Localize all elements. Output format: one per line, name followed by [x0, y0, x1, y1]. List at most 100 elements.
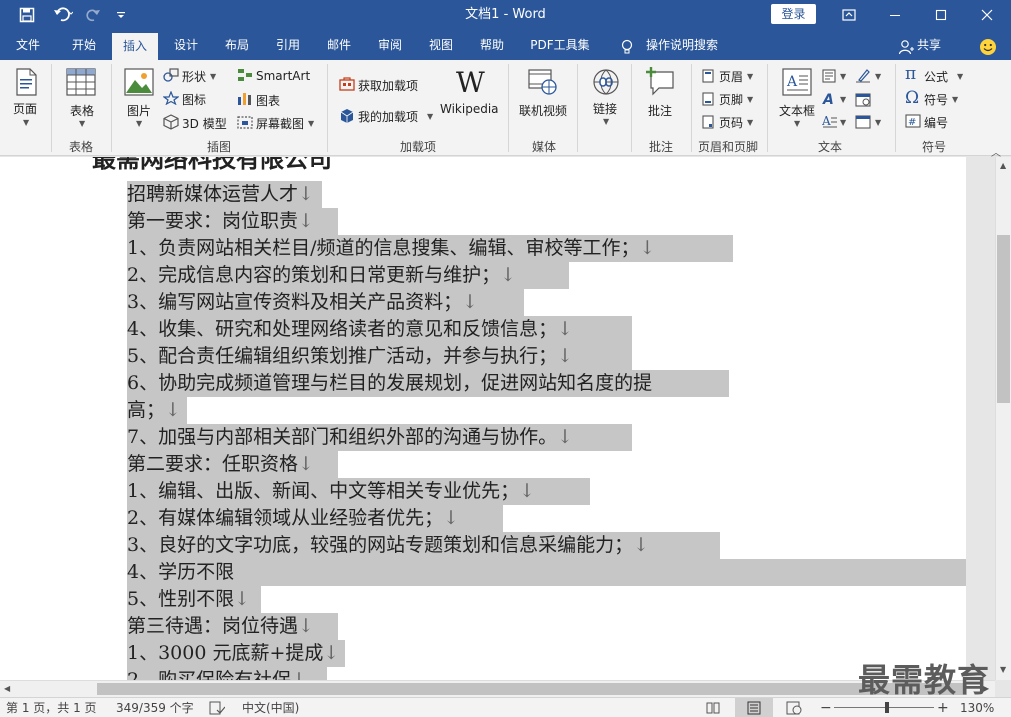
print-layout-icon[interactable] — [747, 701, 761, 715]
tab-file[interactable]: 文件 — [4, 30, 52, 60]
tab-help[interactable]: 帮助 — [468, 30, 516, 60]
document-line[interactable]: 5、配合责任编辑组织策划推广活动，并参与执行；↓ — [127, 343, 632, 370]
header-icon — [702, 69, 714, 83]
tab-review[interactable]: 审阅 — [366, 30, 414, 60]
cube-icon — [163, 114, 179, 130]
document-line[interactable]: 第三待遇：岗位待遇↓ — [127, 613, 338, 640]
document-line[interactable]: 第一要求：岗位职责↓ — [127, 208, 338, 235]
omega-icon: Ω — [905, 88, 920, 108]
document-line[interactable]: 2、购买保险有社保↓ — [127, 667, 327, 680]
word-window: 文档1 - Word 登录 文件 开始 插入 设计 布局 引用 邮件 审阅 视图… — [0, 0, 1011, 717]
document-line[interactable]: 6、协助完成频道管理与栏目的发展规划，促进网站知名度的提 — [127, 370, 729, 397]
links-label: 链接 — [593, 102, 618, 116]
tab-home[interactable]: 开始 — [60, 30, 108, 60]
paragraph-mark: ↓ — [519, 480, 536, 502]
tab-insert[interactable]: 插入 — [112, 33, 158, 60]
scroll-up-icon[interactable]: ▲ — [1000, 161, 1006, 170]
group-label-media: 媒体 — [531, 140, 556, 154]
date-time-icon[interactable] — [855, 91, 871, 107]
customize-qat-icon[interactable] — [108, 0, 134, 30]
minimize-icon[interactable] — [872, 0, 918, 30]
paragraph-mark: ↓ — [462, 291, 479, 313]
icons-label: 图标 — [182, 93, 207, 107]
paragraph-mark: ↓ — [298, 453, 314, 475]
document-line-text: 2、购买保险有社保 — [127, 669, 292, 680]
language-indicator[interactable]: 中文(中国) — [242, 698, 299, 717]
divider — [767, 64, 768, 152]
document-line[interactable]: 1、3000 元底薪+提成↓ — [127, 640, 345, 667]
paragraph-mark: ↓ — [234, 588, 251, 610]
document-line[interactable]: 5、性别不限↓ — [127, 586, 261, 613]
tell-me-search[interactable]: 操作说明搜索 — [640, 30, 724, 60]
comment-label: 批注 — [648, 104, 673, 118]
vertical-scrollbar[interactable]: ▲ ▼ — [995, 157, 1011, 680]
document-area: 最需网络科技有限公司 招聘新媒体运营人才↓ 第一要求：岗位职责↓ 1、负责网站相关栏… — [0, 157, 995, 680]
close-icon[interactable] — [964, 0, 1010, 30]
scroll-left-icon[interactable]: ◀ — [4, 684, 10, 693]
drop-cap-icon[interactable]: A — [822, 114, 838, 130]
web-layout-icon[interactable] — [786, 701, 802, 715]
smartart-icon — [238, 69, 252, 81]
group-label-comments: 批注 — [648, 140, 673, 154]
document-line[interactable]: 招聘新媒体运营人才↓ — [127, 181, 322, 208]
zoom-slider-track[interactable] — [834, 707, 934, 708]
header-label: 页眉 — [719, 70, 744, 84]
tab-mailings[interactable]: 邮件 — [315, 30, 363, 60]
page-count[interactable]: 第 1 页，共 1 页 — [6, 698, 97, 717]
horizontal-scrollbar[interactable]: ◀ ▶ — [0, 680, 995, 697]
shapes-label: 形状 — [182, 70, 207, 84]
screenshot-label: 屏幕截图 — [256, 117, 305, 131]
zoom-out-button[interactable]: − — [820, 698, 832, 717]
document-line[interactable]: 1、编辑、出版、新闻、中文等相关专业优先；↓ — [127, 478, 590, 505]
document-line[interactable]: 7、加强与内部相关部门和组织外部的沟通与协作。↓ — [127, 424, 632, 451]
ribbon-display-options-icon[interactable] — [826, 0, 872, 30]
tab-pdf-tools[interactable]: PDF工具集 — [522, 30, 598, 60]
document-line[interactable]: 3、良好的文字功底，较强的网站专题策划和信息采编能力；↓ — [127, 532, 720, 559]
word-count[interactable]: 349/359 个字 — [116, 698, 194, 717]
quick-parts-icon[interactable] — [822, 69, 836, 83]
group-label-illustrations: 插图 — [206, 140, 231, 154]
document-line[interactable]: 高；↓ — [127, 397, 187, 424]
footer-label: 页脚 — [719, 93, 744, 107]
svg-text:#: # — [908, 117, 916, 128]
document-line[interactable]: 1、负责网站相关栏目/频道的信息搜集、编辑、审校等工作；↓ — [127, 235, 733, 262]
group-label-tables: 表格 — [68, 140, 93, 154]
horizontal-scroll-thumb[interactable] — [97, 683, 967, 695]
chevron-down-icon: ▼ — [747, 95, 754, 104]
wordart-icon[interactable]: A — [822, 91, 836, 107]
proofing-icon[interactable] — [209, 701, 225, 715]
document-line[interactable]: 4、收集、研究和处理网络读者的意见和反馈信息；↓ — [127, 316, 632, 343]
new-comment-icon — [646, 67, 674, 96]
link-globe-icon — [593, 69, 619, 95]
tab-view[interactable]: 视图 — [417, 30, 465, 60]
document-line[interactable]: 第二要求：任职资格↓ — [127, 451, 338, 478]
redo-icon[interactable] — [80, 0, 106, 30]
undo-icon[interactable] — [48, 0, 78, 30]
paragraph-mark: ↓ — [443, 507, 460, 529]
document-page[interactable]: 最需网络科技有限公司 招聘新媒体运营人才↓ 第一要求：岗位职责↓ 1、负责网站相关栏… — [0, 157, 966, 680]
signature-line-icon[interactable] — [855, 68, 871, 84]
smiley-feedback-icon[interactable] — [975, 32, 1001, 62]
zoom-slider-thumb[interactable] — [885, 702, 889, 713]
document-line[interactable]: 3、编写网站宣传资料及相关产品资料；↓ — [127, 289, 524, 316]
share-button[interactable]: 共享 — [914, 30, 944, 60]
lightbulb-icon — [614, 32, 640, 62]
read-mode-icon[interactable] — [706, 701, 720, 715]
textbox-label: 文本框 — [779, 104, 816, 118]
save-icon[interactable] — [14, 0, 40, 30]
maximize-icon[interactable] — [918, 0, 964, 30]
tab-design[interactable]: 设计 — [162, 30, 210, 60]
vertical-scroll-thumb[interactable] — [997, 235, 1010, 403]
tab-layout[interactable]: 布局 — [213, 30, 261, 60]
document-line[interactable]: 2、有媒体编辑领域从业经验者优先；↓ — [127, 505, 503, 532]
chevron-down-icon: ▼ — [957, 72, 964, 81]
tab-references[interactable]: 引用 — [264, 30, 312, 60]
object-icon[interactable] — [855, 114, 871, 130]
document-line[interactable]: 2、完成信息内容的策划和日常更新与维护；↓ — [127, 262, 569, 289]
scroll-down-icon[interactable]: ▼ — [1000, 665, 1006, 674]
document-line-text: 4、学历不限 — [127, 561, 235, 583]
document-line[interactable]: 4、学历不限 — [127, 559, 966, 586]
chevron-down-icon: ▼ — [840, 72, 847, 81]
login-button[interactable]: 登录 — [771, 4, 816, 24]
chevron-down-icon: ▼ — [23, 118, 30, 127]
